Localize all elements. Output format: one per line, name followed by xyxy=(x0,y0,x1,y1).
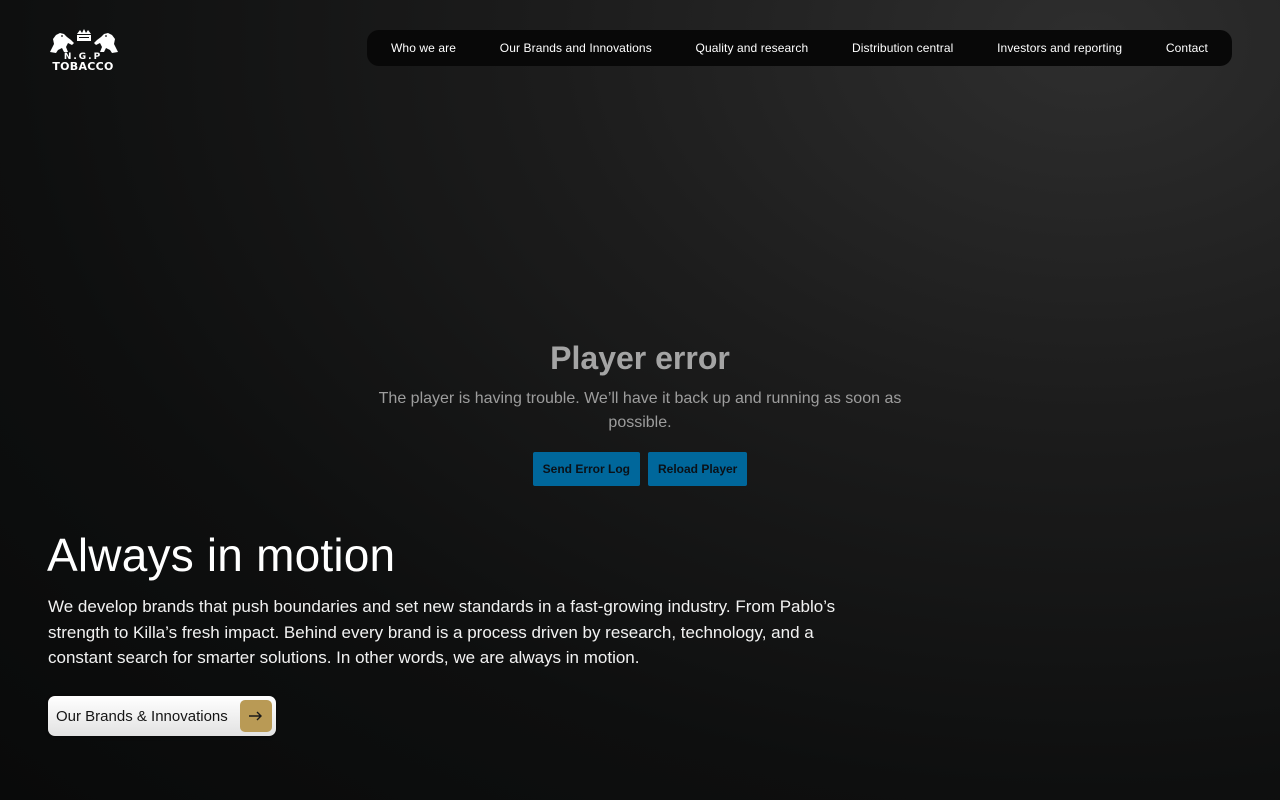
logo-text-line2: TOBACCO xyxy=(52,60,114,73)
arrow-right-icon xyxy=(240,700,272,732)
nav-item-distribution-central[interactable]: Distribution central xyxy=(852,41,953,55)
hero-description: We develop brands that push boundaries a… xyxy=(48,597,836,667)
nav-item-brands-innovations[interactable]: Our Brands and Innovations xyxy=(500,41,652,55)
nav-item-contact[interactable]: Contact xyxy=(1166,41,1208,55)
hero-title: Always in motion xyxy=(47,529,396,581)
lions-crest-logo-icon xyxy=(50,29,118,53)
player-error-message: The player is having trouble. We’ll have… xyxy=(378,390,902,431)
player-error-panel: Player error The player is having troubl… xyxy=(340,338,940,486)
reload-player-button[interactable]: Reload Player xyxy=(647,452,748,486)
logo-wordmark: N.G.P TOBACCO xyxy=(48,52,118,72)
cta-label: Our Brands & Innovations xyxy=(56,707,228,725)
logo[interactable]: N.G.P TOBACCO xyxy=(48,28,120,72)
nav-item-who-we-are[interactable]: Who we are xyxy=(391,41,456,55)
nav-item-investors-reporting[interactable]: Investors and reporting xyxy=(997,41,1122,55)
player-error-title: Player error xyxy=(550,340,730,376)
brands-innovations-button[interactable]: Our Brands & Innovations xyxy=(48,696,276,736)
nav-item-quality-research[interactable]: Quality and research xyxy=(696,41,809,55)
main-nav: Who we are Our Brands and Innovations Qu… xyxy=(367,30,1232,66)
player-error-actions: Send Error Log Reload Player xyxy=(340,452,940,486)
send-error-log-button[interactable]: Send Error Log xyxy=(532,452,640,486)
